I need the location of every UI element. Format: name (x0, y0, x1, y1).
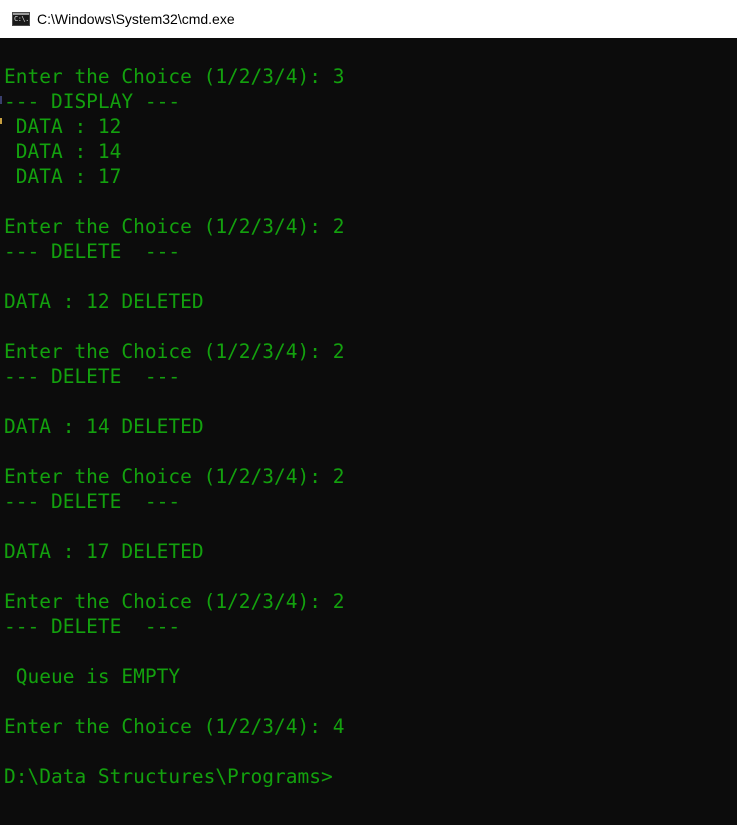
console-line: --- DELETE --- (4, 365, 181, 388)
cmd-icon-glyph: C:\. (14, 15, 29, 23)
console-line: Enter the Choice (1/2/3/4): 4 (4, 715, 345, 738)
console-line: Enter the Choice (1/2/3/4): 2 (4, 590, 345, 613)
console-line: DATA : 12 (4, 115, 122, 138)
console-line: Enter the Choice (1/2/3/4): 2 (4, 215, 345, 238)
console-line: D:\Data Structures\Programs> (4, 765, 333, 788)
console-line: Enter the Choice (1/2/3/4): 3 (4, 65, 345, 88)
console-line: --- DELETE --- (4, 490, 181, 513)
console-line: DATA : 14 DELETED (4, 415, 204, 438)
cmd-icon[interactable]: C:\. (12, 12, 30, 26)
console-line: DATA : 14 (4, 140, 122, 163)
console-line: --- DISPLAY --- (4, 90, 181, 113)
console-line: Enter the Choice (1/2/3/4): 2 (4, 465, 345, 488)
console-line: Queue is EMPTY (4, 665, 181, 688)
window-title: C:\Windows\System32\cmd.exe (37, 11, 235, 27)
title-bar[interactable]: C:\. C:\Windows\System32\cmd.exe (0, 0, 737, 38)
console-line: Enter the Choice (1/2/3/4): 2 (4, 340, 345, 363)
console-line: --- DELETE --- (4, 615, 181, 638)
window-edge-accent (0, 96, 2, 104)
cmd-window: C:\. C:\Windows\System32\cmd.exe Enter t… (0, 0, 737, 825)
console-line: DATA : 17 (4, 165, 122, 188)
console-line: DATA : 12 DELETED (4, 290, 204, 313)
window-edge-accent-2 (0, 118, 2, 124)
console-line: DATA : 17 DELETED (4, 540, 204, 563)
console-output[interactable]: Enter the Choice (1/2/3/4): 3 --- DISPLAY… (4, 64, 733, 814)
console-line: --- DELETE --- (4, 240, 181, 263)
